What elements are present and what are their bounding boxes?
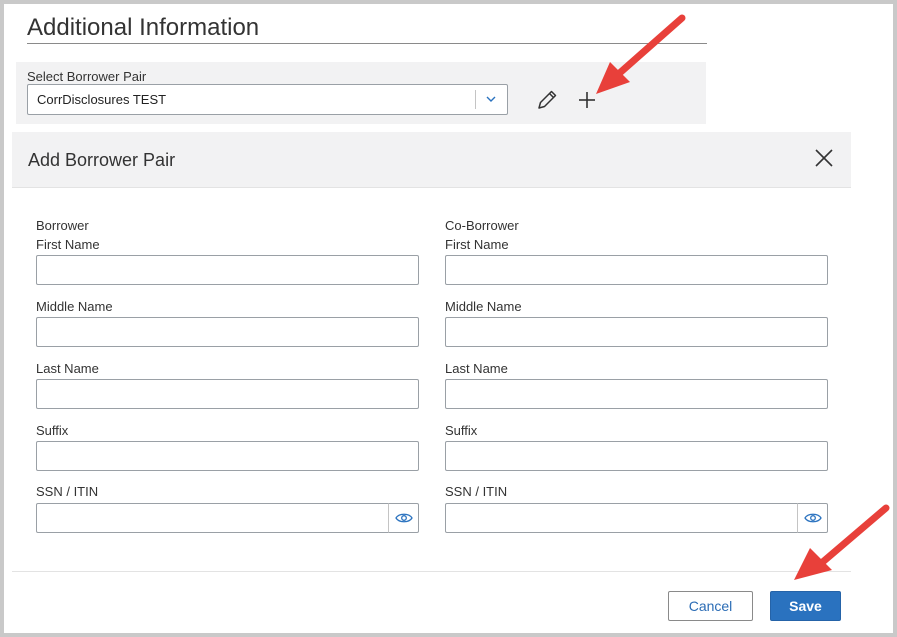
- chevron-down-icon[interactable]: [481, 89, 501, 109]
- annotation-arrow-icon: [596, 14, 686, 94]
- co-borrower-suffix-label: Suffix: [445, 423, 478, 438]
- co-borrower-first-name-label: First Name: [445, 237, 509, 252]
- save-button[interactable]: Save: [770, 591, 841, 621]
- borrower-last-name-label: Last Name: [36, 361, 99, 376]
- co-borrower-suffix-input[interactable]: [445, 441, 828, 471]
- co-borrower-middle-name-input[interactable]: [445, 317, 828, 347]
- co-borrower-ssn-label: SSN / ITIN: [445, 484, 508, 499]
- select-divider: [475, 90, 476, 109]
- borrower-ssn-reveal-button[interactable]: [388, 503, 419, 533]
- eye-icon: [395, 513, 413, 523]
- borrower-middle-name-label: Middle Name: [36, 299, 113, 314]
- co-borrower-first-name-input[interactable]: [445, 255, 828, 285]
- borrower-pair-selected-value: CorrDisclosures TEST: [37, 92, 167, 107]
- annotation-arrow-icon: [794, 504, 890, 580]
- co-borrower-middle-name-label: Middle Name: [445, 299, 522, 314]
- borrower-suffix-input[interactable]: [36, 441, 419, 471]
- co-borrower-ssn-input[interactable]: [445, 503, 798, 533]
- dialog-header: Add Borrower Pair: [12, 132, 851, 188]
- borrower-heading: Borrower: [36, 218, 89, 233]
- borrower-ssn-label: SSN / ITIN: [36, 484, 99, 499]
- borrower-pair-label: Select Borrower Pair: [27, 69, 147, 84]
- borrower-pair-select[interactable]: CorrDisclosures TEST: [27, 84, 508, 115]
- close-icon[interactable]: [813, 147, 835, 169]
- co-borrower-last-name-input[interactable]: [445, 379, 828, 409]
- borrower-middle-name-input[interactable]: [36, 317, 419, 347]
- borrower-last-name-input[interactable]: [36, 379, 419, 409]
- co-borrower-heading: Co-Borrower: [445, 218, 519, 233]
- add-borrower-pair-dialog: Add Borrower Pair Borrower First Name Mi…: [12, 132, 851, 629]
- dialog-title: Add Borrower Pair: [28, 150, 176, 170]
- page-title: Additional Information: [27, 14, 260, 41]
- borrower-first-name-input[interactable]: [36, 255, 419, 285]
- cancel-button[interactable]: Cancel: [668, 591, 753, 621]
- borrower-ssn-input[interactable]: [36, 503, 389, 533]
- window-frame: Additional Information Select Borrower P…: [4, 4, 893, 633]
- pencil-icon[interactable]: [534, 87, 560, 113]
- co-borrower-last-name-label: Last Name: [445, 361, 508, 376]
- borrower-first-name-label: First Name: [36, 237, 100, 252]
- borrower-suffix-label: Suffix: [36, 423, 69, 438]
- dialog-footer-divider: [12, 571, 851, 572]
